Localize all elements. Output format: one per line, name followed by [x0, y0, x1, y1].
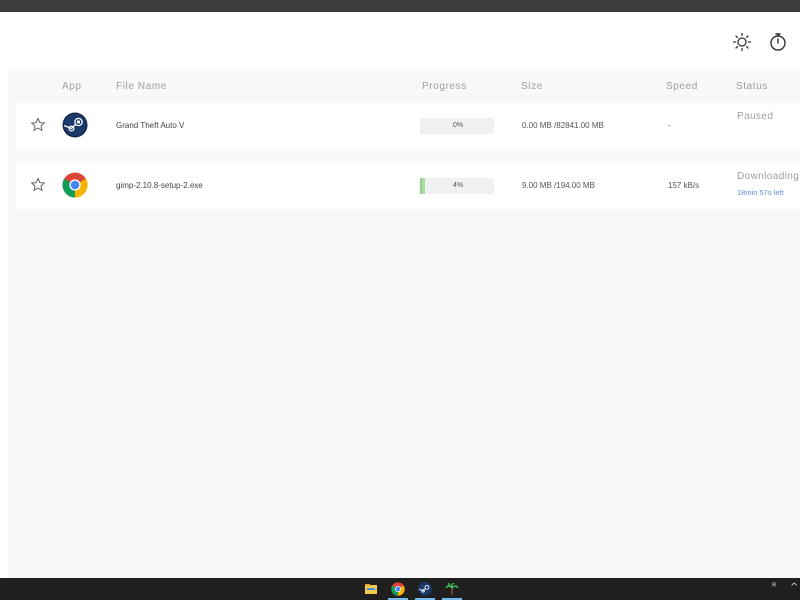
star-icon[interactable] — [30, 177, 46, 193]
chrome-icon — [391, 582, 405, 596]
window-frame-top — [0, 0, 800, 12]
steam-icon — [418, 582, 432, 596]
downloads-panel: App File Name Progress Size Speed Status… — [8, 69, 800, 578]
taskbar-item-file-explorer[interactable] — [359, 578, 383, 600]
taskbar-item-chrome[interactable] — [386, 578, 410, 600]
column-header-size[interactable]: Size — [521, 81, 543, 92]
table-header: App File Name Progress Size Speed Status — [8, 69, 800, 103]
progress-label: 4% — [452, 182, 464, 189]
steam-icon — [62, 112, 88, 138]
time-remaining[interactable]: 18min 57s left — [737, 188, 784, 197]
download-speed: - — [668, 121, 671, 130]
file-size: 0.00 MB /82841.00 MB — [522, 121, 604, 130]
file-name: gimp-2.10.8-setup-2.exe — [116, 181, 203, 190]
file-name: Grand Theft Auto V — [116, 121, 185, 130]
taskbar: ᴿ ^ — [0, 578, 800, 600]
download-speed: 157 kB/s — [668, 181, 700, 190]
column-header-status[interactable]: Status — [736, 81, 768, 92]
file-size: 9.00 MB /194.00 MB — [522, 181, 595, 190]
chrome-icon — [62, 172, 88, 198]
sun-icon — [732, 32, 752, 52]
progress-label: 0% — [452, 122, 464, 129]
header-actions — [0, 30, 800, 54]
column-header-progress[interactable]: Progress — [422, 81, 467, 92]
timer-button[interactable] — [766, 30, 790, 54]
stopwatch-icon — [770, 33, 786, 51]
people-icon[interactable]: ᴿ — [772, 582, 776, 593]
status-text: Downloading — [737, 171, 800, 182]
column-header-file-name[interactable]: File Name — [116, 81, 167, 92]
taskbar-item-palm-app[interactable] — [440, 578, 464, 600]
table-row[interactable]: Grand Theft Auto V 0% 0.00 MB /82841.00 … — [16, 103, 800, 149]
star-icon[interactable] — [30, 117, 46, 133]
progress-bar: 4% — [420, 178, 494, 194]
column-header-speed[interactable]: Speed — [666, 81, 698, 92]
palm-tree-icon — [445, 582, 459, 595]
status-text: Paused — [737, 111, 774, 122]
progress-bar: 0% — [420, 118, 494, 134]
chevron-up-icon[interactable]: ^ — [790, 582, 798, 593]
file-explorer-icon — [365, 584, 377, 594]
table-row[interactable]: gimp-2.10.8-setup-2.exe 4% 9.00 MB /194.… — [16, 163, 800, 209]
download-manager-window: App File Name Progress Size Speed Status… — [0, 12, 800, 578]
theme-toggle-button[interactable] — [730, 30, 754, 54]
column-header-app[interactable]: App — [62, 81, 82, 92]
taskbar-item-steam[interactable] — [413, 578, 437, 600]
